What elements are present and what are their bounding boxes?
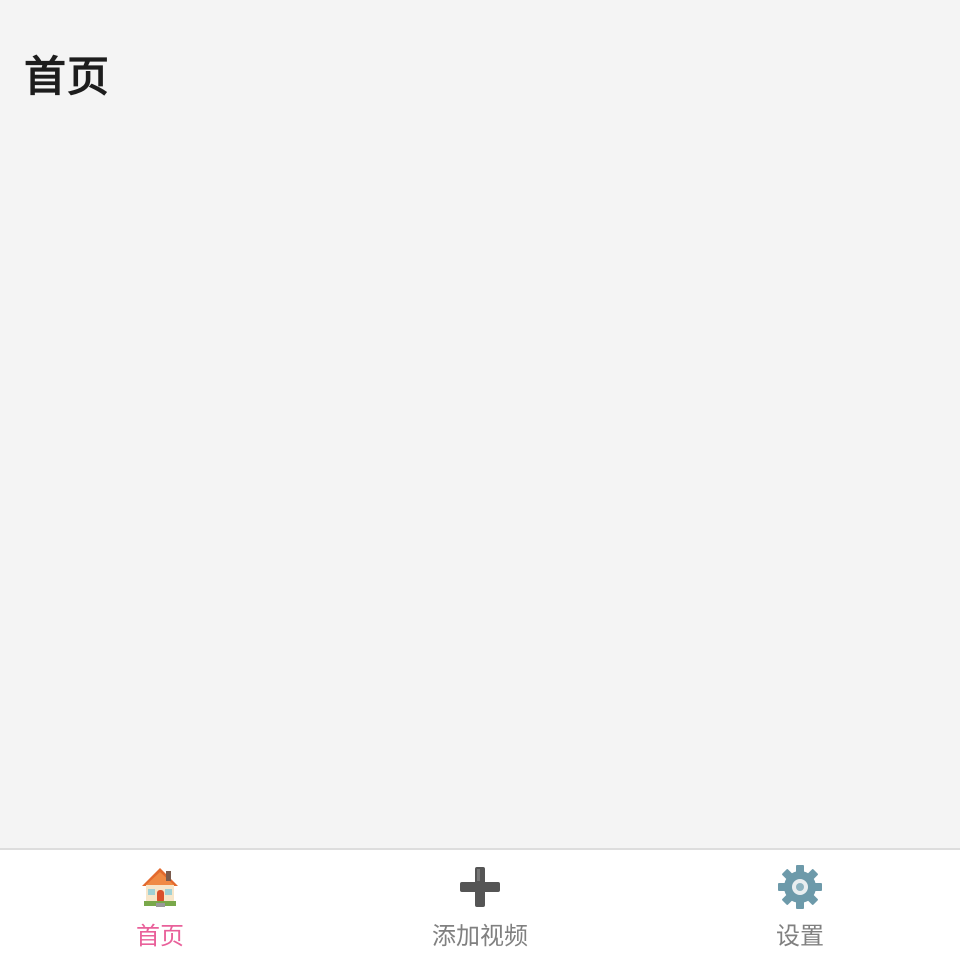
house-icon	[142, 868, 178, 907]
bottom-tab-bar: 首页 添加视频 设置	[0, 848, 960, 960]
plus-icon	[460, 867, 500, 907]
tab-home-label: 首页	[136, 922, 184, 950]
gear-icon	[778, 865, 822, 909]
app-screen: 首页 首页 添加视频 设置	[0, 0, 960, 960]
page-title: 首页	[24, 52, 111, 101]
tab-home[interactable]: 首页	[0, 850, 320, 960]
tab-settings[interactable]: 设置	[640, 850, 960, 960]
tab-settings-label: 设置	[776, 922, 824, 950]
home-content-area	[0, 120, 960, 848]
tab-add-video[interactable]: 添加视频	[320, 850, 640, 960]
tab-add-video-label: 添加视频	[432, 922, 528, 950]
